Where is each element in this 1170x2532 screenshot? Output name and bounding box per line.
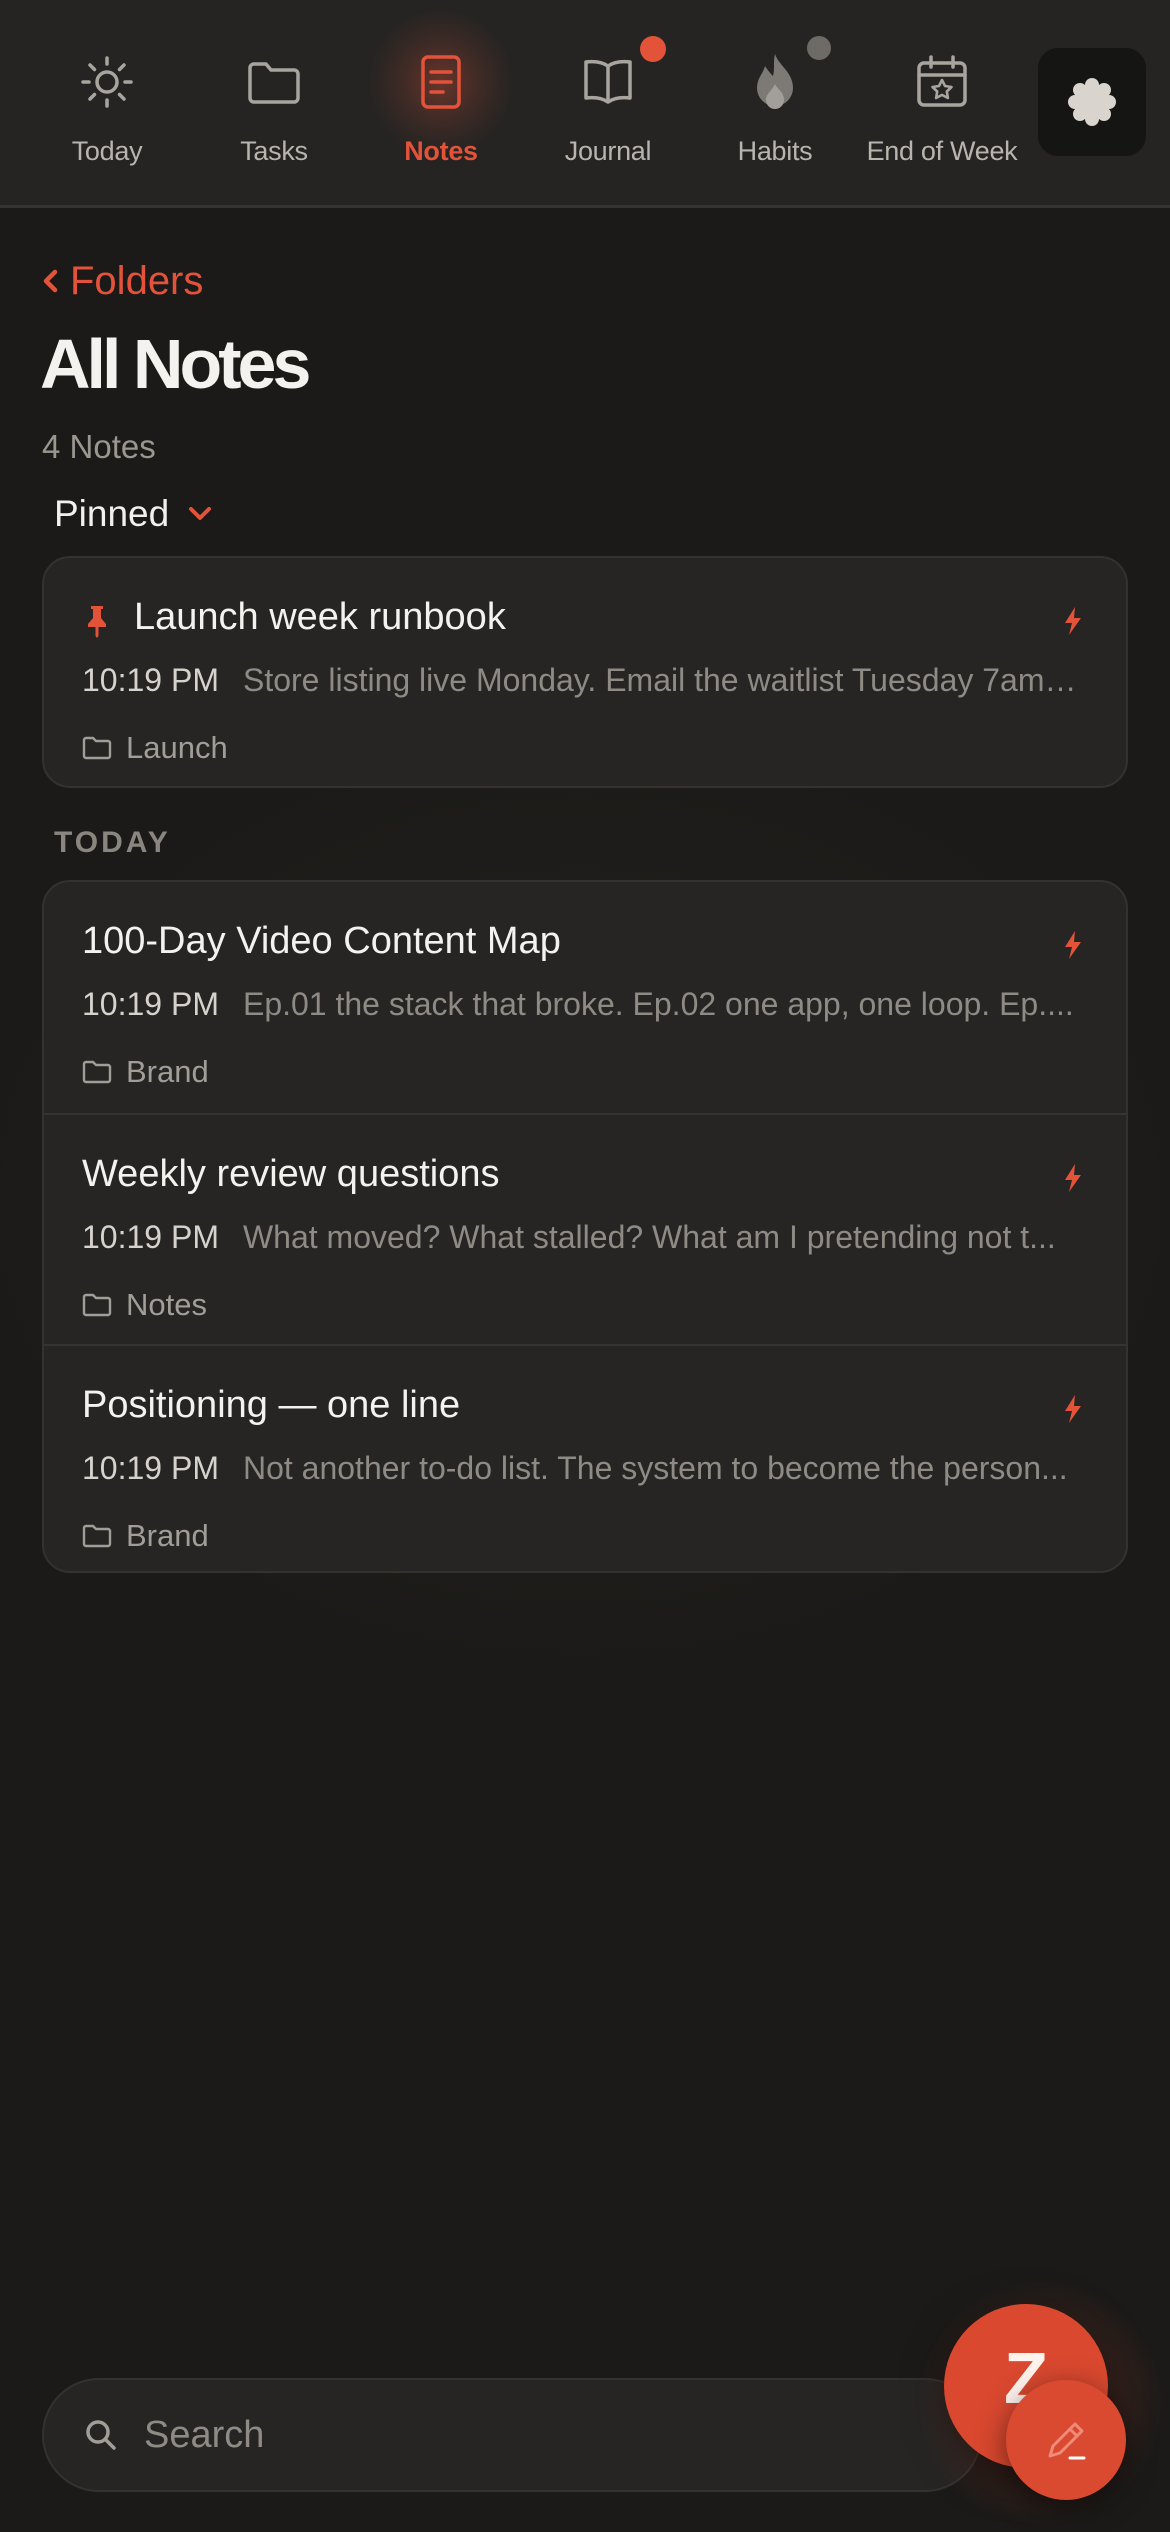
book-icon <box>568 36 666 122</box>
note-title: Launch week runbook <box>134 596 506 638</box>
tab-habits[interactable]: Habits <box>691 0 859 205</box>
note-meta: 10:19 PM Ep.01 the stack that broke. Ep.… <box>82 986 1084 1023</box>
pinned-section-toggle[interactable]: Pinned <box>54 488 213 540</box>
gear-icon <box>1068 78 1116 126</box>
note-row[interactable]: Weekly review questions 10:19 PM What mo… <box>44 1113 1126 1344</box>
note-folder-label: Launch <box>126 730 228 765</box>
note-row[interactable]: Launch week runbook 10:19 PM Store listi… <box>44 558 1126 786</box>
calendar-star-icon <box>902 42 982 122</box>
habits-badge-dot <box>807 36 831 60</box>
note-row[interactable]: Positioning — one line 10:19 PM Not anot… <box>44 1344 1126 1571</box>
note-preview: Store listing live Monday. Email the wai… <box>242 662 1084 698</box>
search-input[interactable] <box>144 2413 844 2457</box>
tab-today[interactable]: Today <box>23 0 191 205</box>
folder-icon <box>82 1293 112 1317</box>
folder-icon <box>82 1060 112 1084</box>
tab-habits-label: Habits <box>737 136 813 166</box>
note-folder-label: Brand <box>126 1054 209 1089</box>
settings-button[interactable] <box>1038 48 1146 156</box>
sun-icon <box>67 42 147 122</box>
note-title: Weekly review questions <box>82 1153 500 1195</box>
bolt-icon <box>1065 1164 1081 1192</box>
tab-journal-label: Journal <box>564 136 652 166</box>
note-time: 10:19 PM <box>82 1450 219 1486</box>
search-bar[interactable] <box>42 2378 982 2492</box>
top-tab-bar: Today Tasks Notes Journal Habits End of … <box>0 0 1170 208</box>
note-preview: What moved? What stalled? What am I pret… <box>242 1219 1056 1255</box>
bolt-icon <box>1065 1395 1081 1423</box>
folder-icon <box>234 42 314 122</box>
flame-icon <box>735 36 831 122</box>
bolt-icon <box>1065 931 1081 959</box>
note-folder-label: Notes <box>126 1287 207 1322</box>
pinned-label: Pinned <box>54 493 170 534</box>
note-row[interactable]: 100-Day Video Content Map 10:19 PM Ep.01… <box>44 882 1126 1113</box>
tab-journal[interactable]: Journal <box>524 0 692 205</box>
note-preview: Ep.01 the stack that broke. Ep.02 one ap… <box>242 986 1074 1022</box>
back-to-folders-link[interactable]: Folders <box>40 254 203 308</box>
page-title: All Notes <box>40 325 311 403</box>
tab-today-label: Today <box>71 136 143 166</box>
note-time: 10:19 PM <box>82 1219 219 1255</box>
note-folder: Brand <box>82 1054 209 1090</box>
note-folder: Brand <box>82 1518 209 1554</box>
tab-notes[interactable]: Notes <box>357 0 525 205</box>
bolt-icon <box>1065 607 1081 635</box>
compose-note-button[interactable] <box>1006 2380 1126 2500</box>
note-count: 4 Notes <box>42 428 156 465</box>
pencil-icon <box>1048 2422 1086 2460</box>
note-title: 100-Day Video Content Map <box>82 920 561 962</box>
note-preview: Not another to-do list. The system to be… <box>242 1450 1068 1486</box>
tab-end-of-week-label: End of Week <box>866 136 1018 166</box>
note-folder: Notes <box>82 1287 207 1323</box>
note-title: Positioning — one line <box>82 1384 461 1426</box>
note-time: 10:19 PM <box>82 986 219 1022</box>
journal-badge-dot <box>640 36 666 62</box>
chevron-down-icon <box>189 507 212 520</box>
search-icon <box>86 2420 116 2450</box>
chevron-left-icon <box>43 269 58 293</box>
note-meta: 10:19 PM Store listing live Monday. Emai… <box>82 662 1084 699</box>
note-meta: 10:19 PM Not another to-do list. The sys… <box>82 1450 1084 1487</box>
note-meta: 10:19 PM What moved? What stalled? What … <box>82 1219 1084 1256</box>
note-folder: Launch <box>82 730 228 766</box>
tab-tasks[interactable]: Tasks <box>190 0 358 205</box>
pinned-notes-card: Launch week runbook 10:19 PM Store listi… <box>42 556 1128 788</box>
tab-end-of-week[interactable]: End of Week <box>858 0 1026 205</box>
note-folder-label: Brand <box>126 1518 209 1553</box>
back-link-label: Folders <box>70 258 204 303</box>
note-icon <box>367 8 515 156</box>
pin-icon <box>88 606 106 638</box>
section-label-today: TODAY <box>54 826 171 859</box>
tab-tasks-label: Tasks <box>240 136 308 166</box>
note-time: 10:19 PM <box>82 662 219 698</box>
folder-icon <box>82 1524 112 1548</box>
folder-icon <box>82 736 112 760</box>
today-notes-card: 100-Day Video Content Map 10:19 PM Ep.01… <box>42 880 1128 1573</box>
